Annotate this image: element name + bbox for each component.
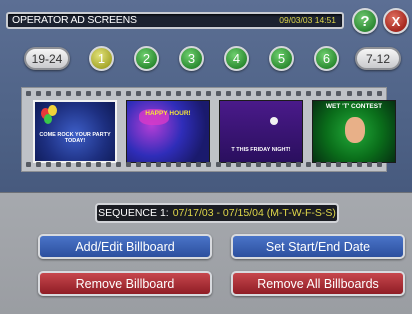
billboard-filmstrip: COME ROCK YOUR PARTY TODAY! HAPPY HOUR! …	[21, 87, 396, 172]
filmstrip-perforations-top	[26, 91, 382, 97]
figure-icon	[270, 117, 278, 125]
sequence-label: SEQUENCE 1:	[98, 207, 169, 219]
set-start-end-date-button[interactable]: Set Start/End Date	[231, 234, 405, 259]
billboard-thumbnail-3[interactable]: T THIS FRIDAY NIGHT!	[219, 100, 303, 163]
remove-billboard-button[interactable]: Remove Billboard	[38, 271, 212, 296]
help-button[interactable]: ?	[352, 8, 378, 34]
page-button-5[interactable]: 5	[269, 46, 294, 71]
question-icon: ?	[360, 12, 370, 30]
sequence-display: SEQUENCE 1: 07/17/03 - 07/15/04 (M-T-W-F…	[95, 203, 339, 223]
title-bar: OPERATOR AD SCREENS 09/03/03 14:51	[6, 12, 344, 29]
thumbnail-caption: WET 'T' CONTEST	[325, 103, 383, 110]
billboard-thumbnail-2[interactable]: HAPPY HOUR!	[126, 100, 210, 163]
close-button[interactable]: X	[383, 8, 409, 34]
page-title: OPERATOR AD SCREENS	[12, 14, 137, 26]
balloon-icon	[44, 114, 52, 124]
datetime-display: 09/03/03 14:51	[279, 15, 336, 25]
filmstrip-perforations-bottom	[26, 162, 382, 168]
page-button-4[interactable]: 4	[224, 46, 249, 71]
close-icon: X	[391, 13, 401, 29]
next-page-button[interactable]: 7-12	[355, 47, 401, 70]
billboard-thumbnail-1[interactable]: COME ROCK YOUR PARTY TODAY!	[33, 100, 117, 163]
thumbnail-caption: HAPPY HOUR!	[145, 110, 191, 117]
page-button-3[interactable]: 3	[179, 46, 204, 71]
thumbnail-caption: T THIS FRIDAY NIGHT!	[231, 147, 291, 153]
page-button-1[interactable]: 1	[89, 46, 114, 71]
sequence-date-range: 07/17/03 - 07/15/04 (M-T-W-F-S-S)	[172, 207, 336, 219]
page-button-2[interactable]: 2	[134, 46, 159, 71]
add-edit-billboard-button[interactable]: Add/Edit Billboard	[38, 234, 212, 259]
remove-all-billboards-button[interactable]: Remove All Billboards	[231, 271, 405, 296]
person-icon	[345, 117, 365, 143]
page-button-6[interactable]: 6	[314, 46, 339, 71]
prev-page-button[interactable]: 19-24	[24, 47, 70, 70]
thumbnail-caption: COME ROCK YOUR PARTY TODAY!	[39, 132, 111, 144]
billboard-thumbnail-4[interactable]: WET 'T' CONTEST	[312, 100, 396, 163]
